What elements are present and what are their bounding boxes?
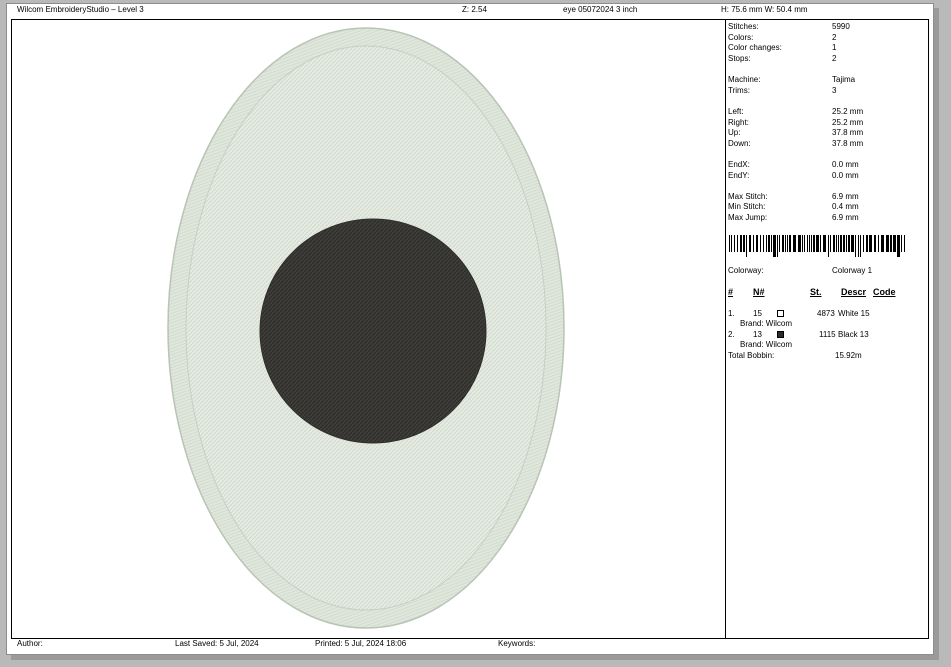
row-descr: Black 13 <box>838 330 869 339</box>
stat-value: 37.8 mm <box>832 139 864 148</box>
stat-value: 2 <box>832 54 837 63</box>
row-num: 2. <box>728 330 735 339</box>
stat-value: 5990 <box>832 22 850 31</box>
thread-color-swatch <box>777 331 784 338</box>
stat-value: 25.2 mm <box>832 107 864 116</box>
footer-keywords: Keywords: <box>498 639 536 648</box>
header-title: Wilcom EmbroideryStudio – Level 3 <box>17 5 144 14</box>
stat-label: Right: <box>728 118 749 127</box>
stat-label: Machine: <box>728 75 761 84</box>
colorway-label: Colorway: <box>728 266 764 275</box>
stat-value: Tajima <box>832 75 856 84</box>
bobbin-value: 15.92m <box>835 351 862 360</box>
embroidery-design-eye <box>167 27 565 629</box>
eye-pupil <box>259 218 487 444</box>
header-filename: eye 05072024 3 inch <box>563 5 638 14</box>
stat-value: 37.8 mm <box>832 128 864 137</box>
stat-label: EndX: <box>728 160 750 169</box>
stat-label: Stitches: <box>728 22 759 31</box>
stat-label: Trims: <box>728 86 750 95</box>
stat-label: Stops: <box>728 54 751 63</box>
stat-value: 0.4 mm <box>832 202 859 211</box>
stat-value: 0.0 mm <box>832 171 859 180</box>
col-header-st: St. <box>810 287 822 297</box>
row-brand: Brand: Wilcom <box>740 340 793 349</box>
footer-author: Author: <box>17 639 43 648</box>
stat-label: Color changes: <box>728 43 782 52</box>
panel-divider <box>725 19 726 639</box>
stat-value: 3 <box>832 86 837 95</box>
print-preview-sheet: Wilcom EmbroideryStudio – Level 3 Z: 2.5… <box>6 3 934 655</box>
stat-value: 6.9 mm <box>832 213 859 222</box>
barcode-graphic <box>729 235 905 257</box>
page-shadow-bottom <box>11 655 939 660</box>
header-size: H: 75.6 mm W: 50.4 mm <box>721 5 808 14</box>
row-num: 1. <box>728 309 735 318</box>
row-n: 13 <box>753 330 762 339</box>
footer-last-saved: Last Saved: 5 Jul, 2024 <box>175 639 259 648</box>
stat-label: Left: <box>728 107 744 116</box>
stat-value: 25.2 mm <box>832 118 864 127</box>
stat-label: EndY: <box>728 171 750 180</box>
bobbin-label: Total Bobbin: <box>728 351 775 360</box>
row-brand: Brand: Wilcom <box>740 319 793 328</box>
col-header-n: N# <box>753 287 765 297</box>
row-n: 15 <box>753 309 762 318</box>
stat-label: Up: <box>728 128 741 137</box>
row-stitches: 1115 <box>819 330 836 339</box>
thread-color-swatch <box>777 310 784 317</box>
stat-label: Max Jump: <box>728 213 768 222</box>
stat-value: 0.0 mm <box>832 160 859 169</box>
col-header-num: # <box>728 287 734 297</box>
header-zoom: Z: 2.54 <box>462 5 487 14</box>
stat-value: 2 <box>832 33 837 42</box>
col-header-code: Code <box>873 287 896 297</box>
stat-value: 1 <box>832 43 837 52</box>
stat-label: Max Stitch: <box>728 192 768 201</box>
col-header-descr: Descr <box>841 287 867 297</box>
page-shadow-right <box>934 8 939 660</box>
stat-label: Down: <box>728 139 751 148</box>
stat-label: Min Stitch: <box>728 202 766 211</box>
colorway-value: Colorway 1 <box>832 266 873 275</box>
stat-value: 6.9 mm <box>832 192 859 201</box>
row-descr: White 15 <box>838 309 870 318</box>
stat-label: Colors: <box>728 33 754 42</box>
footer-printed: Printed: 5 Jul, 2024 18:06 <box>315 639 407 648</box>
row-stitches: 4873 <box>817 309 835 318</box>
